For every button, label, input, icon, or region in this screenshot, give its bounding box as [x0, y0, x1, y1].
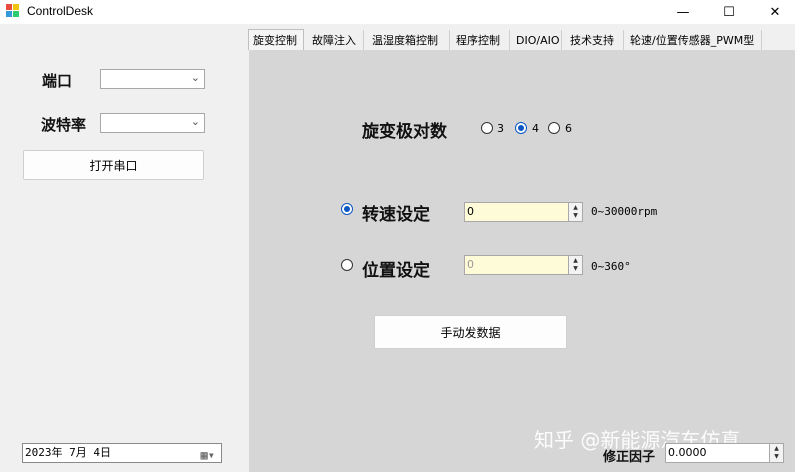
- correction-factor-label: 修正因子: [603, 450, 656, 465]
- window-title: ControlDesk: [27, 4, 94, 18]
- speed-mode-radio[interactable]: [341, 203, 353, 215]
- date-value: 2023年 7月 4日: [25, 446, 111, 459]
- pole-option-4-radio[interactable]: [515, 122, 527, 134]
- port-label: 端口: [42, 72, 73, 90]
- correction-stepper[interactable]: ▲ ▼: [769, 444, 783, 462]
- position-range-label: 0~360°: [591, 260, 631, 273]
- speed-value: 0: [467, 205, 474, 218]
- left-panel: [0, 24, 246, 472]
- pole-option-6-label: 6: [565, 122, 572, 135]
- position-input[interactable]: 0 ▲ ▼: [464, 255, 583, 275]
- maximize-button[interactable]: ☐: [706, 0, 752, 24]
- app-icon: [6, 4, 20, 18]
- pole-option-6-radio[interactable]: [548, 122, 560, 134]
- position-stepper[interactable]: ▲ ▼: [568, 256, 582, 274]
- position-setting-label: 位置设定: [362, 261, 430, 281]
- position-value: 0: [467, 258, 474, 271]
- correction-factor-input[interactable]: 0.0000 ▲ ▼: [665, 443, 784, 463]
- tab-dio-aio[interactable]: DIO/AIO: [512, 30, 562, 50]
- minimize-button[interactable]: —: [660, 0, 706, 24]
- pole-option-3-radio[interactable]: [481, 122, 493, 134]
- tab-fault-injection[interactable]: 故障注入: [308, 30, 364, 50]
- pole-pairs-label: 旋变极对数: [362, 122, 447, 142]
- open-port-button[interactable]: 打开串口: [23, 150, 204, 180]
- tab-strip: 旋变控制 故障注入 温湿度箱控制 程序控制 DIO/AIO 技术支持 轮速/位置…: [248, 29, 795, 50]
- chevron-down-icon: ⌄: [190, 71, 200, 84]
- position-mode-radio[interactable]: [341, 259, 353, 271]
- speed-setting-label: 转速设定: [362, 205, 430, 225]
- pole-option-4-label: 4: [532, 122, 539, 135]
- chevron-down-icon: ⌄: [190, 115, 200, 128]
- tab-climate-chamber[interactable]: 温湿度箱控制: [368, 30, 450, 50]
- tab-program-control[interactable]: 程序控制: [452, 30, 510, 50]
- date-picker[interactable]: 2023年 7月 4日 ▦▾: [22, 443, 222, 463]
- pole-option-3-label: 3: [497, 122, 504, 135]
- title-bar: ControlDesk — ☐ ✕: [0, 0, 795, 24]
- calendar-icon[interactable]: ▦▾: [201, 446, 215, 464]
- speed-range-label: 0~30000rpm: [591, 205, 658, 218]
- manual-send-button[interactable]: 手动发数据: [374, 315, 567, 349]
- tab-wheel-speed-pwm[interactable]: 轮速/位置传感器_PWM型: [626, 30, 762, 50]
- tab-resolver-control[interactable]: 旋变控制: [248, 29, 304, 50]
- close-button[interactable]: ✕: [752, 0, 795, 24]
- port-select[interactable]: ⌄: [100, 69, 205, 89]
- baud-label: 波特率: [41, 116, 87, 134]
- baud-select[interactable]: ⌄: [100, 113, 205, 133]
- tab-tech-support[interactable]: 技术支持: [566, 30, 624, 50]
- correction-value: 0.0000: [668, 446, 707, 459]
- speed-input[interactable]: 0 ▲ ▼: [464, 202, 583, 222]
- speed-stepper[interactable]: ▲ ▼: [568, 203, 582, 221]
